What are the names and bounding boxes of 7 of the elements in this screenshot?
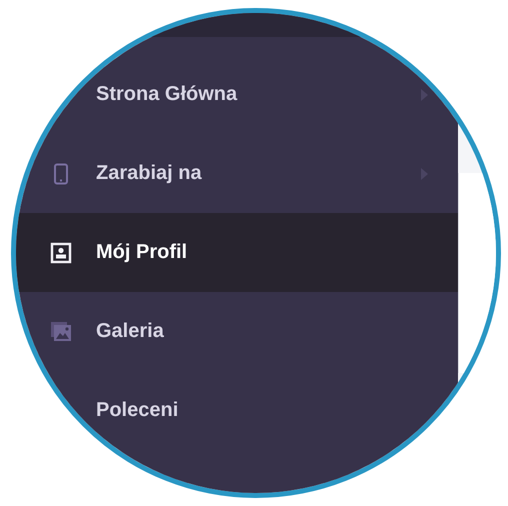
profile-card-icon [50, 242, 72, 264]
menu-item[interactable]: Galeria [16, 292, 458, 371]
menu-item[interactable]: Zarabiaj na [16, 134, 458, 213]
image-icon [50, 320, 72, 342]
menu-item[interactable]: Mój Profil [16, 213, 458, 292]
menu-item[interactable]: Poleceni [16, 371, 458, 450]
menu-item[interactable]: Strona Główna [16, 55, 458, 134]
